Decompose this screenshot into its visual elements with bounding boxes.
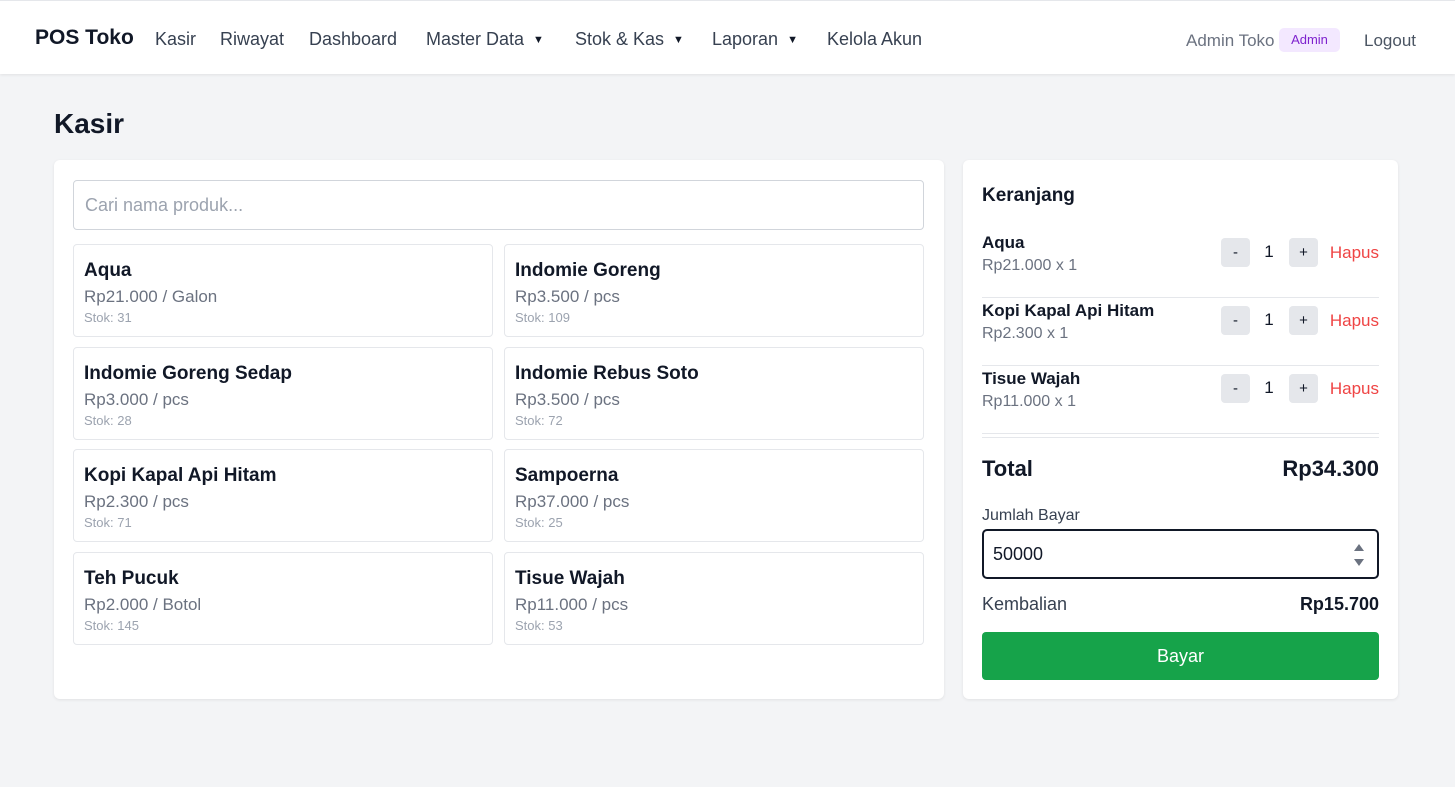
product-name: Tisue Wajah — [515, 568, 625, 589]
nav-item-riwayat[interactable]: Riwayat — [220, 29, 284, 50]
product-card-tisue-wajah[interactable]: Tisue Wajah Rp11.000 / pcs Stok: 53 — [504, 552, 924, 645]
page-title: Kasir — [54, 108, 125, 139]
nav-item-master-data[interactable]: Master Data ▼ — [426, 29, 544, 50]
payment-amount-label: Jumlah Bayar — [982, 507, 1080, 524]
product-card-teh-pucuk[interactable]: Teh Pucuk Rp2.000 / Botol Stok: 145 — [73, 552, 493, 645]
cart-item-subtotal: Rp11.000 x 1 — [982, 393, 1076, 410]
nav-item-kasir[interactable]: Kasir — [155, 29, 196, 50]
change-label: Kembalian — [982, 594, 1068, 614]
product-stock: Stok: 28 — [84, 413, 132, 428]
nav-item-label: Stok & Kas — [575, 29, 665, 49]
product-stock: Stok: 71 — [84, 515, 132, 530]
product-price: Rp3.000 / pcs — [84, 390, 189, 409]
nav-item-label: Dashboard — [309, 29, 398, 49]
cart-item-name: Aqua — [982, 233, 1025, 252]
remove-item-button[interactable]: Hapus — [1330, 311, 1379, 331]
cart-item-qty: 1 — [1264, 242, 1274, 261]
user-name: Admin Toko — [1186, 31, 1275, 50]
cart-item-qty: 1 — [1264, 378, 1274, 397]
nav-item-label: Kasir — [155, 29, 197, 49]
product-name: Aqua — [84, 260, 132, 281]
payment-amount-input[interactable] — [984, 531, 1344, 577]
product-stock: Stok: 109 — [515, 310, 570, 325]
cart-panel: Keranjang Aqua Rp21.000 x 1 - 1 + Hapus … — [963, 160, 1398, 699]
product-name: Kopi Kapal Api Hitam — [84, 465, 277, 486]
product-price: Rp2.000 / Botol — [84, 595, 202, 614]
product-search-input[interactable] — [73, 180, 924, 230]
number-spinner-icon[interactable] — [1353, 542, 1365, 568]
product-name: Indomie Goreng — [515, 260, 661, 281]
remove-item-button[interactable]: Hapus — [1330, 379, 1379, 399]
product-price: Rp37.000 / pcs — [515, 492, 630, 511]
total-label: Total — [982, 456, 1033, 481]
product-card-kopi-kapal-api-hitam[interactable]: Kopi Kapal Api Hitam Rp2.300 / pcs Stok:… — [73, 449, 493, 542]
spinner-arrows-icon — [1354, 544, 1364, 566]
cart-title: Keranjang — [982, 185, 1075, 206]
payment-amount-field — [982, 529, 1379, 579]
increase-qty-button[interactable]: + — [1289, 238, 1318, 267]
product-price: Rp3.500 / pcs — [515, 287, 620, 306]
product-name: Sampoerna — [515, 465, 619, 486]
cart-item-name: Kopi Kapal Api Hitam — [982, 301, 1155, 320]
decrease-qty-button[interactable]: - — [1221, 306, 1250, 335]
nav-item-label: Master Data — [426, 29, 525, 49]
increase-qty-button[interactable]: + — [1289, 306, 1318, 335]
cart-item-qty: 1 — [1264, 310, 1274, 329]
caret-down-icon: ▼ — [533, 34, 544, 46]
change-value: Rp15.700 — [1299, 594, 1379, 614]
role-badge: Admin — [1279, 28, 1340, 52]
product-price: Rp21.000 / Galon — [84, 287, 218, 306]
pay-button[interactable]: Bayar — [982, 632, 1379, 680]
cart-item: Kopi Kapal Api Hitam Rp2.300 x 1 - 1 + H… — [982, 298, 1379, 366]
product-panel: Aqua Rp21.000 / Galon Stok: 31 Indomie G… — [54, 160, 944, 699]
caret-down-icon: ▼ — [787, 34, 798, 46]
logout-link[interactable]: Logout — [1364, 31, 1416, 51]
remove-item-button[interactable]: Hapus — [1330, 243, 1379, 263]
nav-item-stok-kas[interactable]: Stok & Kas ▼ — [575, 29, 684, 50]
product-name: Indomie Rebus Soto — [515, 363, 699, 384]
decrease-qty-button[interactable]: - — [1221, 238, 1250, 267]
nav-item-label: Riwayat — [220, 29, 285, 49]
cart-item-name: Tisue Wajah — [982, 369, 1081, 388]
product-stock: Stok: 145 — [84, 618, 139, 633]
cart-divider — [982, 437, 1379, 438]
increase-qty-button[interactable]: + — [1289, 374, 1318, 403]
product-stock: Stok: 53 — [515, 618, 563, 633]
product-card-sampoerna[interactable]: Sampoerna Rp37.000 / pcs Stok: 25 — [504, 449, 924, 542]
brand-logo[interactable]: POS Toko — [35, 26, 134, 50]
product-card-aqua[interactable]: Aqua Rp21.000 / Galon Stok: 31 — [73, 244, 493, 337]
caret-down-icon: ▼ — [673, 34, 684, 46]
nav-item-label: Kelola Akun — [827, 29, 923, 49]
product-price: Rp11.000 / pcs — [515, 595, 629, 614]
product-stock: Stok: 25 — [515, 515, 563, 530]
cart-item: Tisue Wajah Rp11.000 x 1 - 1 + Hapus — [982, 366, 1379, 434]
nav-item-laporan[interactable]: Laporan ▼ — [712, 29, 798, 50]
cart-item: Aqua Rp21.000 x 1 - 1 + Hapus — [982, 230, 1379, 298]
top-navbar: POS Toko Kasir Riwayat Dashboard Master … — [0, 0, 1455, 74]
product-name: Teh Pucuk — [84, 568, 179, 589]
cart-item-subtotal: Rp21.000 x 1 — [982, 257, 1078, 274]
product-name: Indomie Goreng Sedap — [84, 363, 292, 384]
product-price: Rp3.500 / pcs — [515, 390, 620, 409]
nav-item-label: Laporan — [712, 29, 779, 49]
product-price: Rp2.300 / pcs — [84, 492, 189, 511]
product-stock: Stok: 72 — [515, 413, 563, 428]
cart-item-subtotal: Rp2.300 x 1 — [982, 325, 1069, 342]
product-card-indomie-goreng-sedap[interactable]: Indomie Goreng Sedap Rp3.000 / pcs Stok:… — [73, 347, 493, 440]
nav-item-dashboard[interactable]: Dashboard — [309, 29, 397, 50]
product-card-indomie-goreng[interactable]: Indomie Goreng Rp3.500 / pcs Stok: 109 — [504, 244, 924, 337]
nav-item-kelola-akun[interactable]: Kelola Akun — [827, 29, 922, 50]
product-card-indomie-rebus-soto[interactable]: Indomie Rebus Soto Rp3.500 / pcs Stok: 7… — [504, 347, 924, 440]
product-stock: Stok: 31 — [84, 310, 132, 325]
total-value: Rp34.300 — [1282, 456, 1379, 481]
decrease-qty-button[interactable]: - — [1221, 374, 1250, 403]
